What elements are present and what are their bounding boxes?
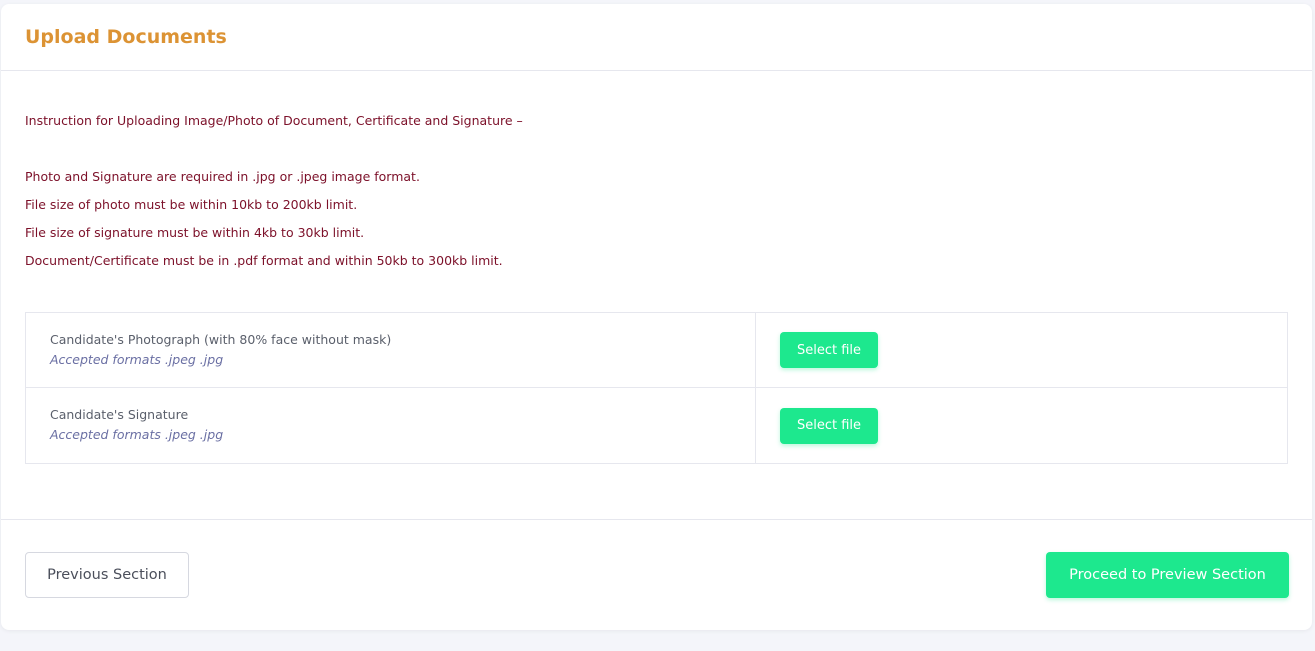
upload-label-cell: Candidate's Photograph (with 80% face wi… [26, 313, 756, 387]
upload-action-cell: Select file [756, 313, 1287, 387]
instructions-intro: Instruction for Uploading Image/Photo of… [25, 113, 523, 128]
signature-field-label: Candidate's Signature [50, 407, 189, 422]
previous-section-button[interactable]: Previous Section [25, 552, 189, 598]
instruction-line-photo-size: File size of photo must be within 10kb t… [25, 197, 358, 212]
upload-table: Candidate's Photograph (with 80% face wi… [25, 312, 1288, 464]
instructions-block: Instruction for Uploading Image/Photo of… [25, 107, 523, 275]
signature-accepted-formats: Accepted formats .jpeg .jpg [50, 427, 224, 442]
proceed-to-preview-button[interactable]: Proceed to Preview Section [1046, 552, 1289, 598]
card-header: Upload Documents [1, 4, 1312, 71]
upload-action-cell: Select file [756, 388, 1287, 463]
instruction-line-signature-size: File size of signature must be within 4k… [25, 225, 365, 240]
upload-row-photograph: Candidate's Photograph (with 80% face wi… [26, 313, 1287, 388]
signature-select-file-button[interactable]: Select file [780, 407, 878, 444]
instruction-line-document-format: Document/Certificate must be in .pdf for… [25, 253, 503, 268]
upload-documents-card: Upload Documents Instruction for Uploadi… [1, 4, 1312, 630]
instruction-line-image-format: Photo and Signature are required in .jpg… [25, 169, 420, 184]
page-title: Upload Documents [25, 26, 227, 48]
photograph-field-label: Candidate's Photograph (with 80% face wi… [50, 332, 392, 347]
upload-row-signature: Candidate's Signature Accepted formats .… [26, 388, 1287, 463]
card-footer: Previous Section Proceed to Preview Sect… [1, 520, 1312, 629]
photograph-accepted-formats: Accepted formats .jpeg .jpg [50, 352, 224, 367]
card-body: Instruction for Uploading Image/Photo of… [1, 71, 1312, 520]
photograph-select-file-button[interactable]: Select file [780, 332, 878, 368]
upload-label-cell: Candidate's Signature Accepted formats .… [26, 388, 756, 463]
